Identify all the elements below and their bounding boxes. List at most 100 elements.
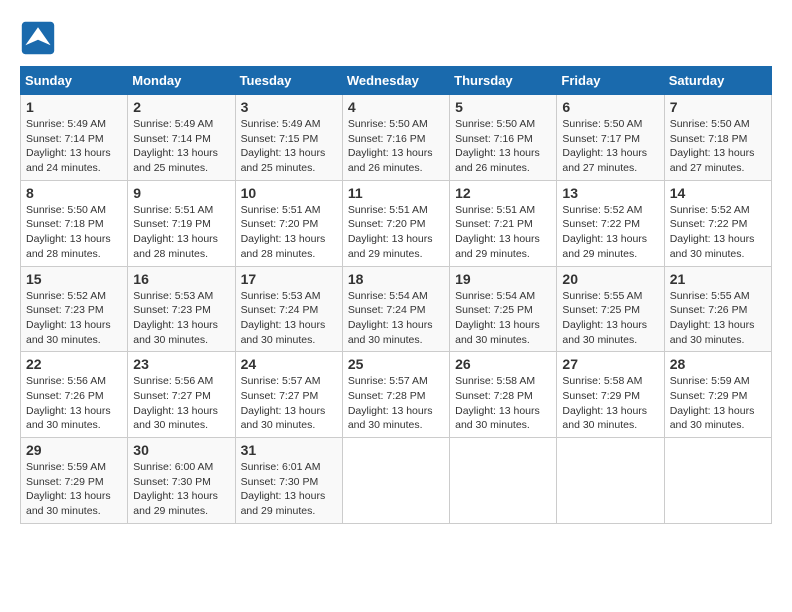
day-number: 5 (455, 99, 551, 115)
day-detail: Sunrise: 5:51 AMSunset: 7:20 PMDaylight:… (348, 203, 444, 262)
calendar-cell: 16Sunrise: 5:53 AMSunset: 7:23 PMDayligh… (128, 266, 235, 352)
day-detail: Sunrise: 5:55 AMSunset: 7:25 PMDaylight:… (562, 289, 658, 348)
calendar-cell (450, 438, 557, 524)
calendar-cell (342, 438, 449, 524)
day-number: 31 (241, 442, 337, 458)
calendar-cell: 11 Sunrise: 5:51 AMSunset: 7:20 PMDayligh… (342, 180, 449, 266)
day-detail: Sunrise: 5:51 AMSunset: 7:19 PMDaylight:… (133, 203, 229, 262)
day-detail: Sunrise: 5:56 AMSunset: 7:26 PMDaylight:… (26, 374, 122, 433)
day-number: 13 (562, 185, 658, 201)
calendar-cell: 7 Sunrise: 5:50 AMSunset: 7:18 PMDaylight… (664, 95, 771, 181)
day-detail: Sunrise: 5:58 AMSunset: 7:29 PMDaylight:… (562, 374, 658, 433)
day-number: 24 (241, 356, 337, 372)
day-detail: Sunrise: 5:52 AMSunset: 7:22 PMDaylight:… (670, 203, 766, 262)
day-detail: Sunrise: 5:50 AMSunset: 7:18 PMDaylight:… (670, 117, 766, 176)
day-number: 8 (26, 185, 122, 201)
calendar-cell: 5 Sunrise: 5:50 AMSunset: 7:16 PMDaylight… (450, 95, 557, 181)
day-number: 27 (562, 356, 658, 372)
calendar-cell: 30 Sunrise: 6:00 AMSunset: 7:30 PMDayligh… (128, 438, 235, 524)
page-header (20, 20, 772, 56)
calendar-cell: 3 Sunrise: 5:49 AMSunset: 7:15 PMDaylight… (235, 95, 342, 181)
day-detail: Sunrise: 6:01 AMSunset: 7:30 PMDaylight:… (241, 460, 337, 519)
calendar-cell: 20 Sunrise: 5:55 AMSunset: 7:25 PMDayligh… (557, 266, 664, 352)
day-detail: Sunrise: 5:50 AMSunset: 7:18 PMDaylight:… (26, 203, 122, 262)
day-number: 17 (241, 271, 337, 287)
calendar-cell: 31 Sunrise: 6:01 AMSunset: 7:30 PMDayligh… (235, 438, 342, 524)
calendar-cell: 17Sunrise: 5:53 AMSunset: 7:24 PMDayligh… (235, 266, 342, 352)
calendar-cell: 18 Sunrise: 5:54 AMSunset: 7:24 PMDayligh… (342, 266, 449, 352)
day-detail: Sunrise: 5:59 AMSunset: 7:29 PMDaylight:… (26, 460, 122, 519)
calendar-cell: 19 Sunrise: 5:54 AMSunset: 7:25 PMDayligh… (450, 266, 557, 352)
day-detail: Sunrise: 5:59 AMSunset: 7:29 PMDaylight:… (670, 374, 766, 433)
day-number: 12 (455, 185, 551, 201)
calendar-cell: 6Sunrise: 5:50 AMSunset: 7:17 PMDaylight… (557, 95, 664, 181)
calendar-row: 1 Sunrise: 5:49 AMSunset: 7:14 PMDaylight… (21, 95, 772, 181)
calendar-row: 22Sunrise: 5:56 AMSunset: 7:26 PMDayligh… (21, 352, 772, 438)
calendar-cell (664, 438, 771, 524)
day-detail: Sunrise: 5:54 AMSunset: 7:24 PMDaylight:… (348, 289, 444, 348)
day-number: 23 (133, 356, 229, 372)
day-number: 26 (455, 356, 551, 372)
day-detail: Sunrise: 5:49 AMSunset: 7:14 PMDaylight:… (26, 117, 122, 176)
calendar-cell: 25Sunrise: 5:57 AMSunset: 7:28 PMDayligh… (342, 352, 449, 438)
day-detail: Sunrise: 5:50 AMSunset: 7:16 PMDaylight:… (455, 117, 551, 176)
calendar-cell (557, 438, 664, 524)
day-detail: Sunrise: 5:55 AMSunset: 7:26 PMDaylight:… (670, 289, 766, 348)
day-number: 20 (562, 271, 658, 287)
calendar-cell: 4 Sunrise: 5:50 AMSunset: 7:16 PMDaylight… (342, 95, 449, 181)
calendar-cell: 8 Sunrise: 5:50 AMSunset: 7:18 PMDaylight… (21, 180, 128, 266)
calendar-cell: 24 Sunrise: 5:57 AMSunset: 7:27 PMDayligh… (235, 352, 342, 438)
day-detail: Sunrise: 5:52 AMSunset: 7:23 PMDaylight:… (26, 289, 122, 348)
day-detail: Sunrise: 5:50 AMSunset: 7:16 PMDaylight:… (348, 117, 444, 176)
day-number: 9 (133, 185, 229, 201)
day-number: 19 (455, 271, 551, 287)
day-of-week-header: Sunday (21, 67, 128, 95)
day-detail: Sunrise: 5:49 AMSunset: 7:14 PMDaylight:… (133, 117, 229, 176)
day-number: 10 (241, 185, 337, 201)
calendar-cell: 2 Sunrise: 5:49 AMSunset: 7:14 PMDaylight… (128, 95, 235, 181)
day-detail: Sunrise: 5:54 AMSunset: 7:25 PMDaylight:… (455, 289, 551, 348)
day-detail: Sunrise: 5:57 AMSunset: 7:27 PMDaylight:… (241, 374, 337, 433)
day-detail: Sunrise: 6:00 AMSunset: 7:30 PMDaylight:… (133, 460, 229, 519)
calendar-row: 8 Sunrise: 5:50 AMSunset: 7:18 PMDaylight… (21, 180, 772, 266)
calendar-cell: 9 Sunrise: 5:51 AMSunset: 7:19 PMDaylight… (128, 180, 235, 266)
calendar-cell: 15 Sunrise: 5:52 AMSunset: 7:23 PMDayligh… (21, 266, 128, 352)
calendar-cell: 10 Sunrise: 5:51 AMSunset: 7:20 PMDayligh… (235, 180, 342, 266)
day-number: 7 (670, 99, 766, 115)
day-of-week-header: Monday (128, 67, 235, 95)
day-detail: Sunrise: 5:56 AMSunset: 7:27 PMDaylight:… (133, 374, 229, 433)
day-number: 14 (670, 185, 766, 201)
calendar-header-row: SundayMondayTuesdayWednesdayThursdayFrid… (21, 67, 772, 95)
calendar-cell: 14 Sunrise: 5:52 AMSunset: 7:22 PMDayligh… (664, 180, 771, 266)
calendar-cell: 28Sunrise: 5:59 AMSunset: 7:29 PMDayligh… (664, 352, 771, 438)
day-number: 6 (562, 99, 658, 115)
day-number: 4 (348, 99, 444, 115)
day-number: 25 (348, 356, 444, 372)
day-number: 2 (133, 99, 229, 115)
calendar-row: 15 Sunrise: 5:52 AMSunset: 7:23 PMDayligh… (21, 266, 772, 352)
day-detail: Sunrise: 5:51 AMSunset: 7:20 PMDaylight:… (241, 203, 337, 262)
day-detail: Sunrise: 5:49 AMSunset: 7:15 PMDaylight:… (241, 117, 337, 176)
day-number: 30 (133, 442, 229, 458)
logo-icon (20, 20, 56, 56)
logo (20, 20, 62, 56)
day-number: 1 (26, 99, 122, 115)
day-detail: Sunrise: 5:58 AMSunset: 7:28 PMDaylight:… (455, 374, 551, 433)
day-number: 16 (133, 271, 229, 287)
day-number: 29 (26, 442, 122, 458)
calendar-cell: 13Sunrise: 5:52 AMSunset: 7:22 PMDayligh… (557, 180, 664, 266)
calendar-cell: 23 Sunrise: 5:56 AMSunset: 7:27 PMDayligh… (128, 352, 235, 438)
calendar-cell: 1 Sunrise: 5:49 AMSunset: 7:14 PMDaylight… (21, 95, 128, 181)
day-number: 3 (241, 99, 337, 115)
day-number: 18 (348, 271, 444, 287)
day-of-week-header: Saturday (664, 67, 771, 95)
day-of-week-header: Tuesday (235, 67, 342, 95)
day-number: 11 (348, 185, 444, 201)
day-of-week-header: Thursday (450, 67, 557, 95)
day-number: 15 (26, 271, 122, 287)
calendar-cell: 26 Sunrise: 5:58 AMSunset: 7:28 PMDayligh… (450, 352, 557, 438)
calendar-cell: 29 Sunrise: 5:59 AMSunset: 7:29 PMDayligh… (21, 438, 128, 524)
day-of-week-header: Friday (557, 67, 664, 95)
calendar-cell: 12 Sunrise: 5:51 AMSunset: 7:21 PMDayligh… (450, 180, 557, 266)
day-detail: Sunrise: 5:51 AMSunset: 7:21 PMDaylight:… (455, 203, 551, 262)
